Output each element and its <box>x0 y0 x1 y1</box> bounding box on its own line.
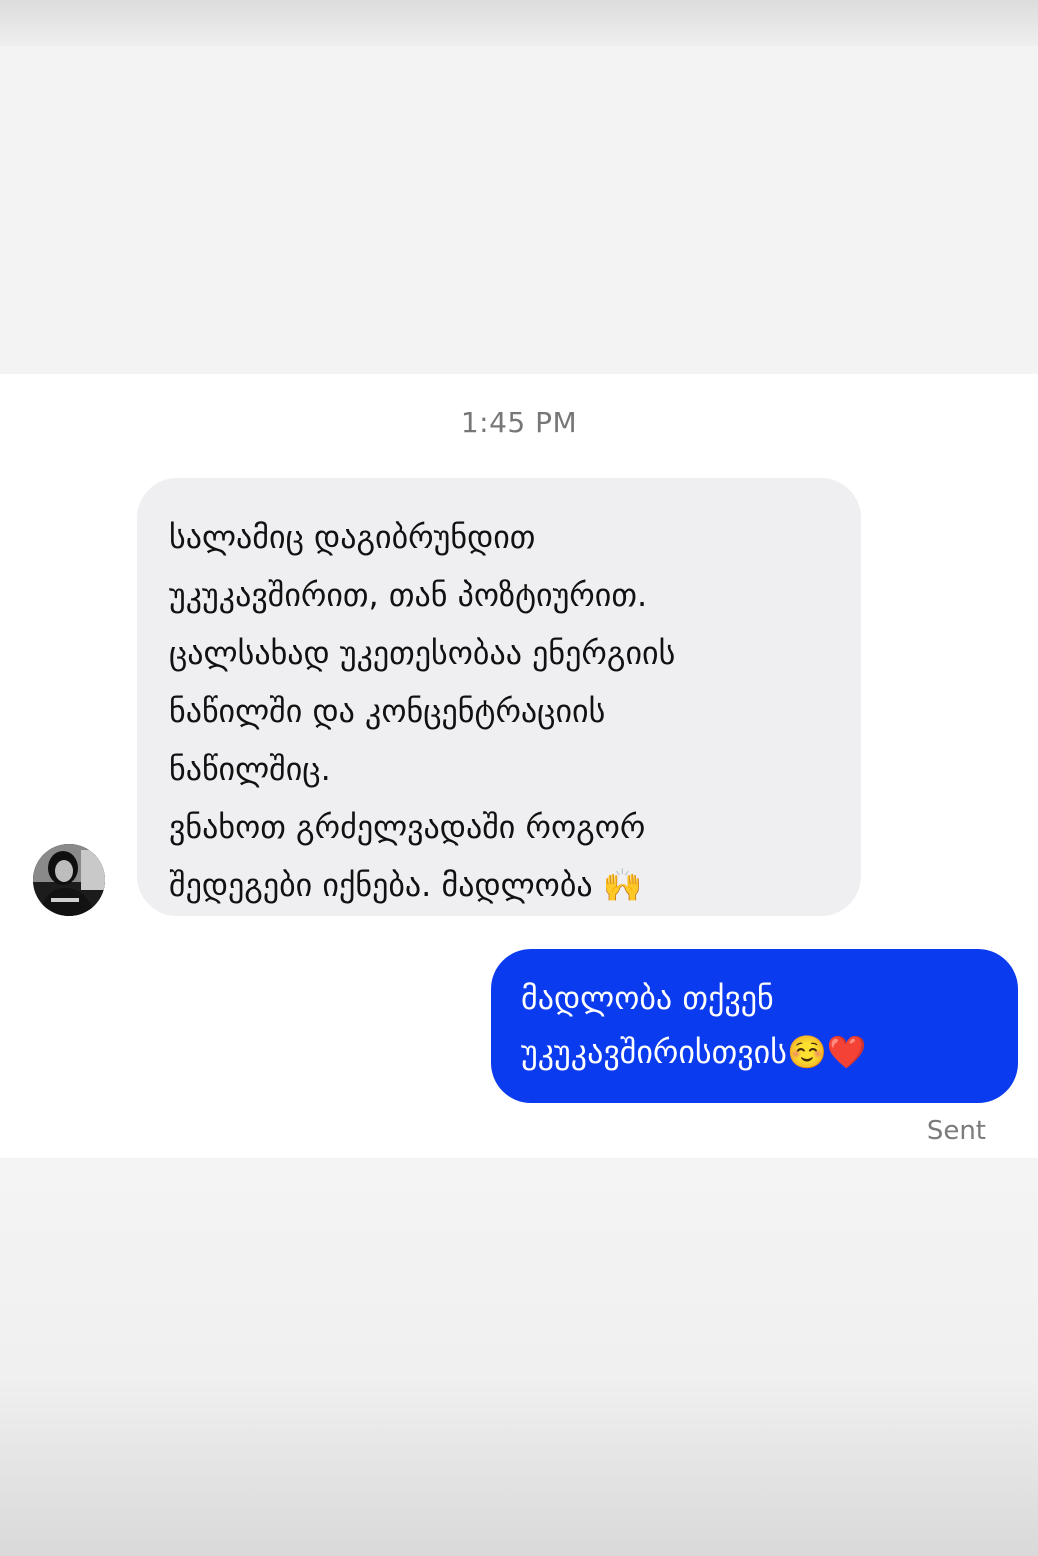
incoming-message-line: ვნახოთ გრძელვადაში როგორ <box>169 808 646 846</box>
message-status: Sent <box>926 1116 986 1146</box>
outgoing-message-line: მადლობა თქვენ <box>521 979 774 1017</box>
incoming-message-line: ნაწილშიც. <box>169 750 331 788</box>
contact-avatar[interactable] <box>33 844 105 916</box>
incoming-message-bubble[interactable]: სალამიც დაგიბრუნდით უკუკავშირით, თან პოზ… <box>137 478 861 916</box>
message-timestamp: 1:45 PM <box>460 406 578 439</box>
empty-upper-area <box>0 46 1038 374</box>
incoming-message-line: სალამიც დაგიბრუნდით <box>169 518 536 556</box>
outgoing-message-bubble[interactable]: მადლობა თქვენ უკუკავშირისთვის☺️❤️ <box>491 949 1018 1103</box>
incoming-message-line: შედეგები იქნება. მადლობა 🙌 <box>169 866 643 904</box>
outgoing-message-line: უკუკავშირისთვის☺️❤️ <box>521 1033 867 1071</box>
incoming-message-line: ნაწილში და კონცენტრაციის <box>169 692 606 730</box>
conversation-thread[interactable]: 1:45 PM სალამიც დაგიბრუნდით უკუკავშირით,… <box>0 374 1038 1158</box>
incoming-message-line: ცალსახად უკეთესობაა ენერგიის <box>169 634 676 672</box>
incoming-message-line: უკუკავშირით, თან პოზტიურით. <box>169 576 648 614</box>
top-fade-band <box>0 0 1038 46</box>
avatar-photo-icon <box>33 844 105 916</box>
empty-lower-area <box>0 1158 1038 1556</box>
